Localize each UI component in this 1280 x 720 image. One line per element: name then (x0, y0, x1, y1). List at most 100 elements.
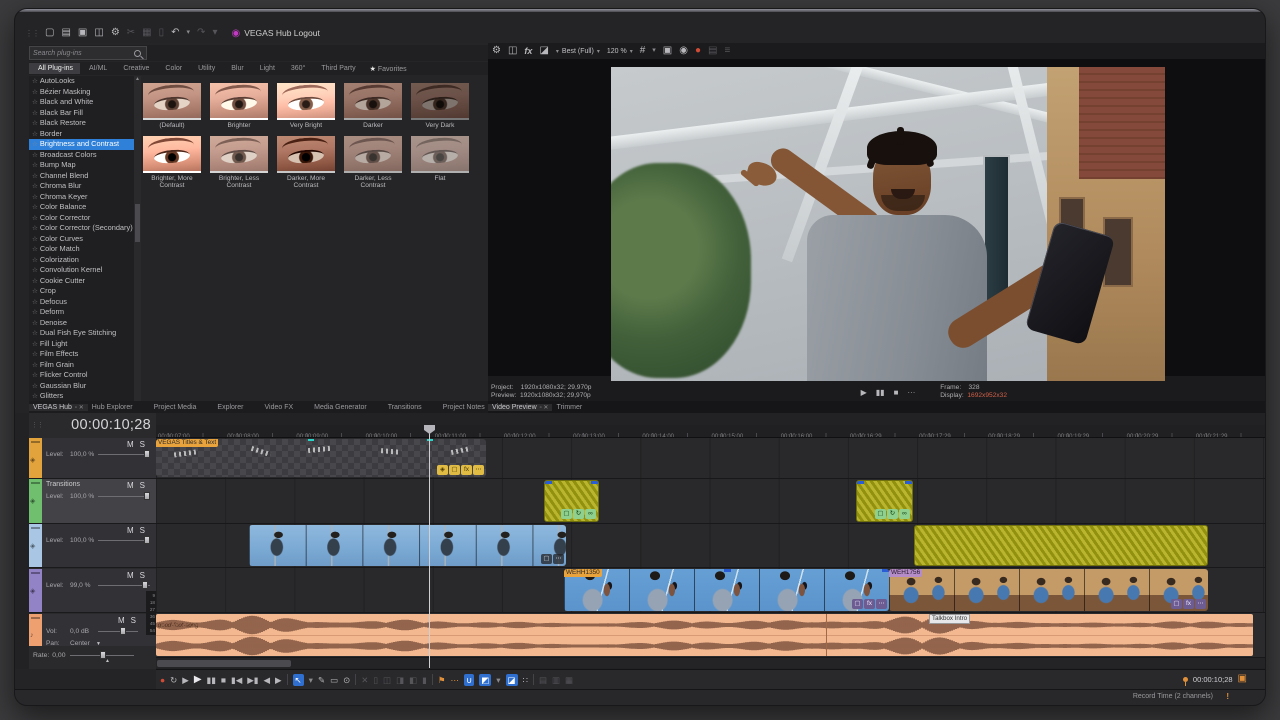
plugin-item[interactable]: ☆Gaussian Blur (29, 381, 134, 392)
mute-button[interactable]: M (127, 481, 140, 490)
video-clip-pullups[interactable]: ▢⋯ (249, 525, 566, 566)
plugin-item[interactable]: ☆Color Match (29, 244, 134, 255)
plugin-item[interactable]: ☆Film Grain (29, 360, 134, 371)
insert-region-button[interactable]: ⋯ (450, 674, 459, 686)
timeline-ruler[interactable]: 00:00:07;0000:00:08;0000:00:09;0000:00:1… (156, 425, 1265, 438)
event-mute-button[interactable]: ◨ (396, 674, 404, 686)
undo-dropdown-icon[interactable]: ▾ (187, 27, 191, 39)
auto-ripple-button[interactable]: ◩ (479, 674, 491, 686)
plugin-manager-button[interactable]: ▦ (565, 674, 573, 686)
copy-icon[interactable]: ▦ (142, 27, 151, 39)
track-color-strip[interactable]: ◈ (29, 569, 42, 612)
favorite-star-icon[interactable]: ☆ (32, 162, 38, 169)
fx-category-tab[interactable]: Color (156, 63, 189, 74)
preset-item[interactable]: Brighter (210, 83, 268, 130)
plugin-item[interactable]: ☆Film Effects (29, 349, 134, 360)
favorite-star-icon[interactable]: ☆ (32, 173, 38, 180)
plugin-item[interactable]: ☆Brightness and Contrast (29, 139, 134, 150)
favorite-star-icon[interactable]: ☆ (32, 341, 38, 348)
mixer-console-button[interactable]: ▤ (539, 674, 547, 686)
plugin-item[interactable]: ☆Convolution Kernel (29, 265, 134, 276)
fx-category-tab[interactable]: All Plug-ins (29, 63, 80, 74)
play-from-start-button[interactable]: ▶ (182, 674, 189, 686)
enable-snapping-button[interactable]: ∪ (464, 674, 474, 686)
redo-dropdown-icon[interactable]: ▾ (212, 27, 217, 39)
favorite-star-icon[interactable]: ☆ (32, 351, 38, 358)
favorite-star-icon[interactable]: ☆ (32, 204, 38, 211)
favorite-star-icon[interactable]: ☆ (32, 78, 38, 85)
plugin-item[interactable]: ☆Black Bar Fill (29, 108, 134, 119)
paste-icon[interactable]: ▯ (159, 27, 165, 39)
audio-track-lane[interactable]: good-foot-song Talkbox Intro (156, 613, 1265, 658)
favorite-star-icon[interactable]: ☆ (32, 309, 38, 316)
favorite-star-icon[interactable]: ☆ (32, 330, 38, 337)
title-clip[interactable]: VEGAS Titles & Text ◈▢fx⋯ (156, 439, 486, 477)
stop-button[interactable]: ■ (221, 674, 226, 686)
favorite-star-icon[interactable]: ☆ (32, 215, 38, 222)
fx-category-tab[interactable]: ★Favorites (363, 63, 414, 75)
cut-icon[interactable]: ✂ (127, 27, 135, 39)
favorite-star-icon[interactable]: ☆ (32, 152, 38, 159)
preview-menu-icon[interactable]: ≡ (724, 45, 730, 57)
plugin-item[interactable]: ☆Colorization (29, 255, 134, 266)
split-event-button[interactable]: ◫ (383, 674, 391, 686)
plugin-item[interactable]: ☆Crop (29, 286, 134, 297)
plugin-list-scrollbar[interactable]: ▲ (134, 76, 141, 401)
go-to-end-button[interactable]: ▶▮ (247, 674, 258, 686)
favorite-star-icon[interactable]: ☆ (32, 278, 38, 285)
save-snapshot-icon[interactable]: ◉ (679, 45, 688, 57)
preview-tab[interactable]: Trimmer (552, 404, 599, 411)
plugin-item[interactable]: ☆Black Restore (29, 118, 134, 129)
dock-tab[interactable]: Media Generator (310, 404, 384, 411)
video-scopes-button[interactable]: ▥ (552, 674, 560, 686)
preset-item[interactable]: Flat (411, 136, 469, 190)
event-buttons[interactable]: ▢↻∞ (875, 509, 910, 519)
playhead-line[interactable] (429, 425, 430, 668)
favorite-star-icon[interactable]: ☆ (32, 194, 38, 201)
track-color-strip[interactable]: ◈ (29, 524, 42, 567)
event-buttons[interactable]: ▢↻∞ (561, 509, 596, 519)
plugin-item[interactable]: ☆Color Corrector (29, 213, 134, 224)
plugin-item[interactable]: ☆Color Curves (29, 234, 134, 245)
track-lane-4[interactable]: WEHH1350 ▢fx⋯ WEH1756 ▢fx⋯ (156, 568, 1265, 613)
plugin-item[interactable]: ☆AutoLooks (29, 76, 134, 87)
track-header-4[interactable]: ◈ MS Level:99,0 % (29, 569, 156, 613)
grid-dropdown-icon[interactable]: ▾ (652, 45, 656, 57)
timeline-scrollbar[interactable] (156, 659, 1265, 668)
dock-tab[interactable]: Project Media (150, 404, 214, 411)
timecode-display[interactable]: 00:00:10;28 (43, 417, 156, 433)
preset-item[interactable]: (Default) (143, 83, 201, 130)
preferences-icon[interactable]: ⚙ (111, 27, 120, 39)
loop-playback-button[interactable]: ↻ (170, 674, 177, 686)
favorite-star-icon[interactable]: ☆ (32, 257, 38, 264)
favorite-star-icon[interactable]: ☆ (32, 362, 38, 369)
favorite-star-icon[interactable]: ☆ (32, 320, 38, 327)
solo-button[interactable]: S (140, 440, 151, 449)
favorite-star-icon[interactable]: ☆ (32, 225, 38, 232)
trim-end-button[interactable]: ▯ (373, 674, 378, 686)
tool-dropdown-icon[interactable]: ▾ (309, 674, 313, 686)
generated-media-clip[interactable]: ▢↻∞ (856, 480, 913, 522)
dock-tab[interactable]: Explorer (213, 404, 260, 411)
mute-button[interactable]: M (127, 440, 140, 449)
track-lane-3[interactable]: ▢⋯ (156, 524, 1265, 568)
scrollbar-thumb[interactable] (135, 204, 140, 242)
normal-edit-tool-button[interactable]: ↖ (293, 674, 304, 686)
favorite-star-icon[interactable]: ☆ (32, 393, 38, 400)
favorite-star-icon[interactable]: ☆ (32, 288, 38, 295)
video-clip-restaurant[interactable]: WEH1756 ▢fx⋯ (889, 569, 1208, 611)
preset-item[interactable]: Very Dark (411, 83, 469, 130)
plugin-item[interactable]: ☆Denoise (29, 318, 134, 329)
solo-button[interactable]: S (140, 571, 151, 580)
favorite-star-icon[interactable]: ☆ (32, 110, 38, 117)
record-button[interactable]: ● (160, 674, 165, 686)
favorite-star-icon[interactable]: ☆ (32, 99, 38, 106)
popout-icon[interactable]: ▣ (1238, 673, 1247, 685)
selection-tool-button[interactable]: ▭ (330, 674, 338, 686)
save-project-icon[interactable]: ▣ (78, 27, 87, 39)
ignore-grouping-button[interactable]: ∷ (523, 674, 528, 686)
go-to-start-button[interactable]: ▮◀ (231, 674, 242, 686)
fx-category-tab[interactable]: Third Party (312, 63, 362, 74)
favorite-star-icon[interactable]: ☆ (32, 267, 38, 274)
popout-icon[interactable]: ▤ (708, 45, 717, 57)
